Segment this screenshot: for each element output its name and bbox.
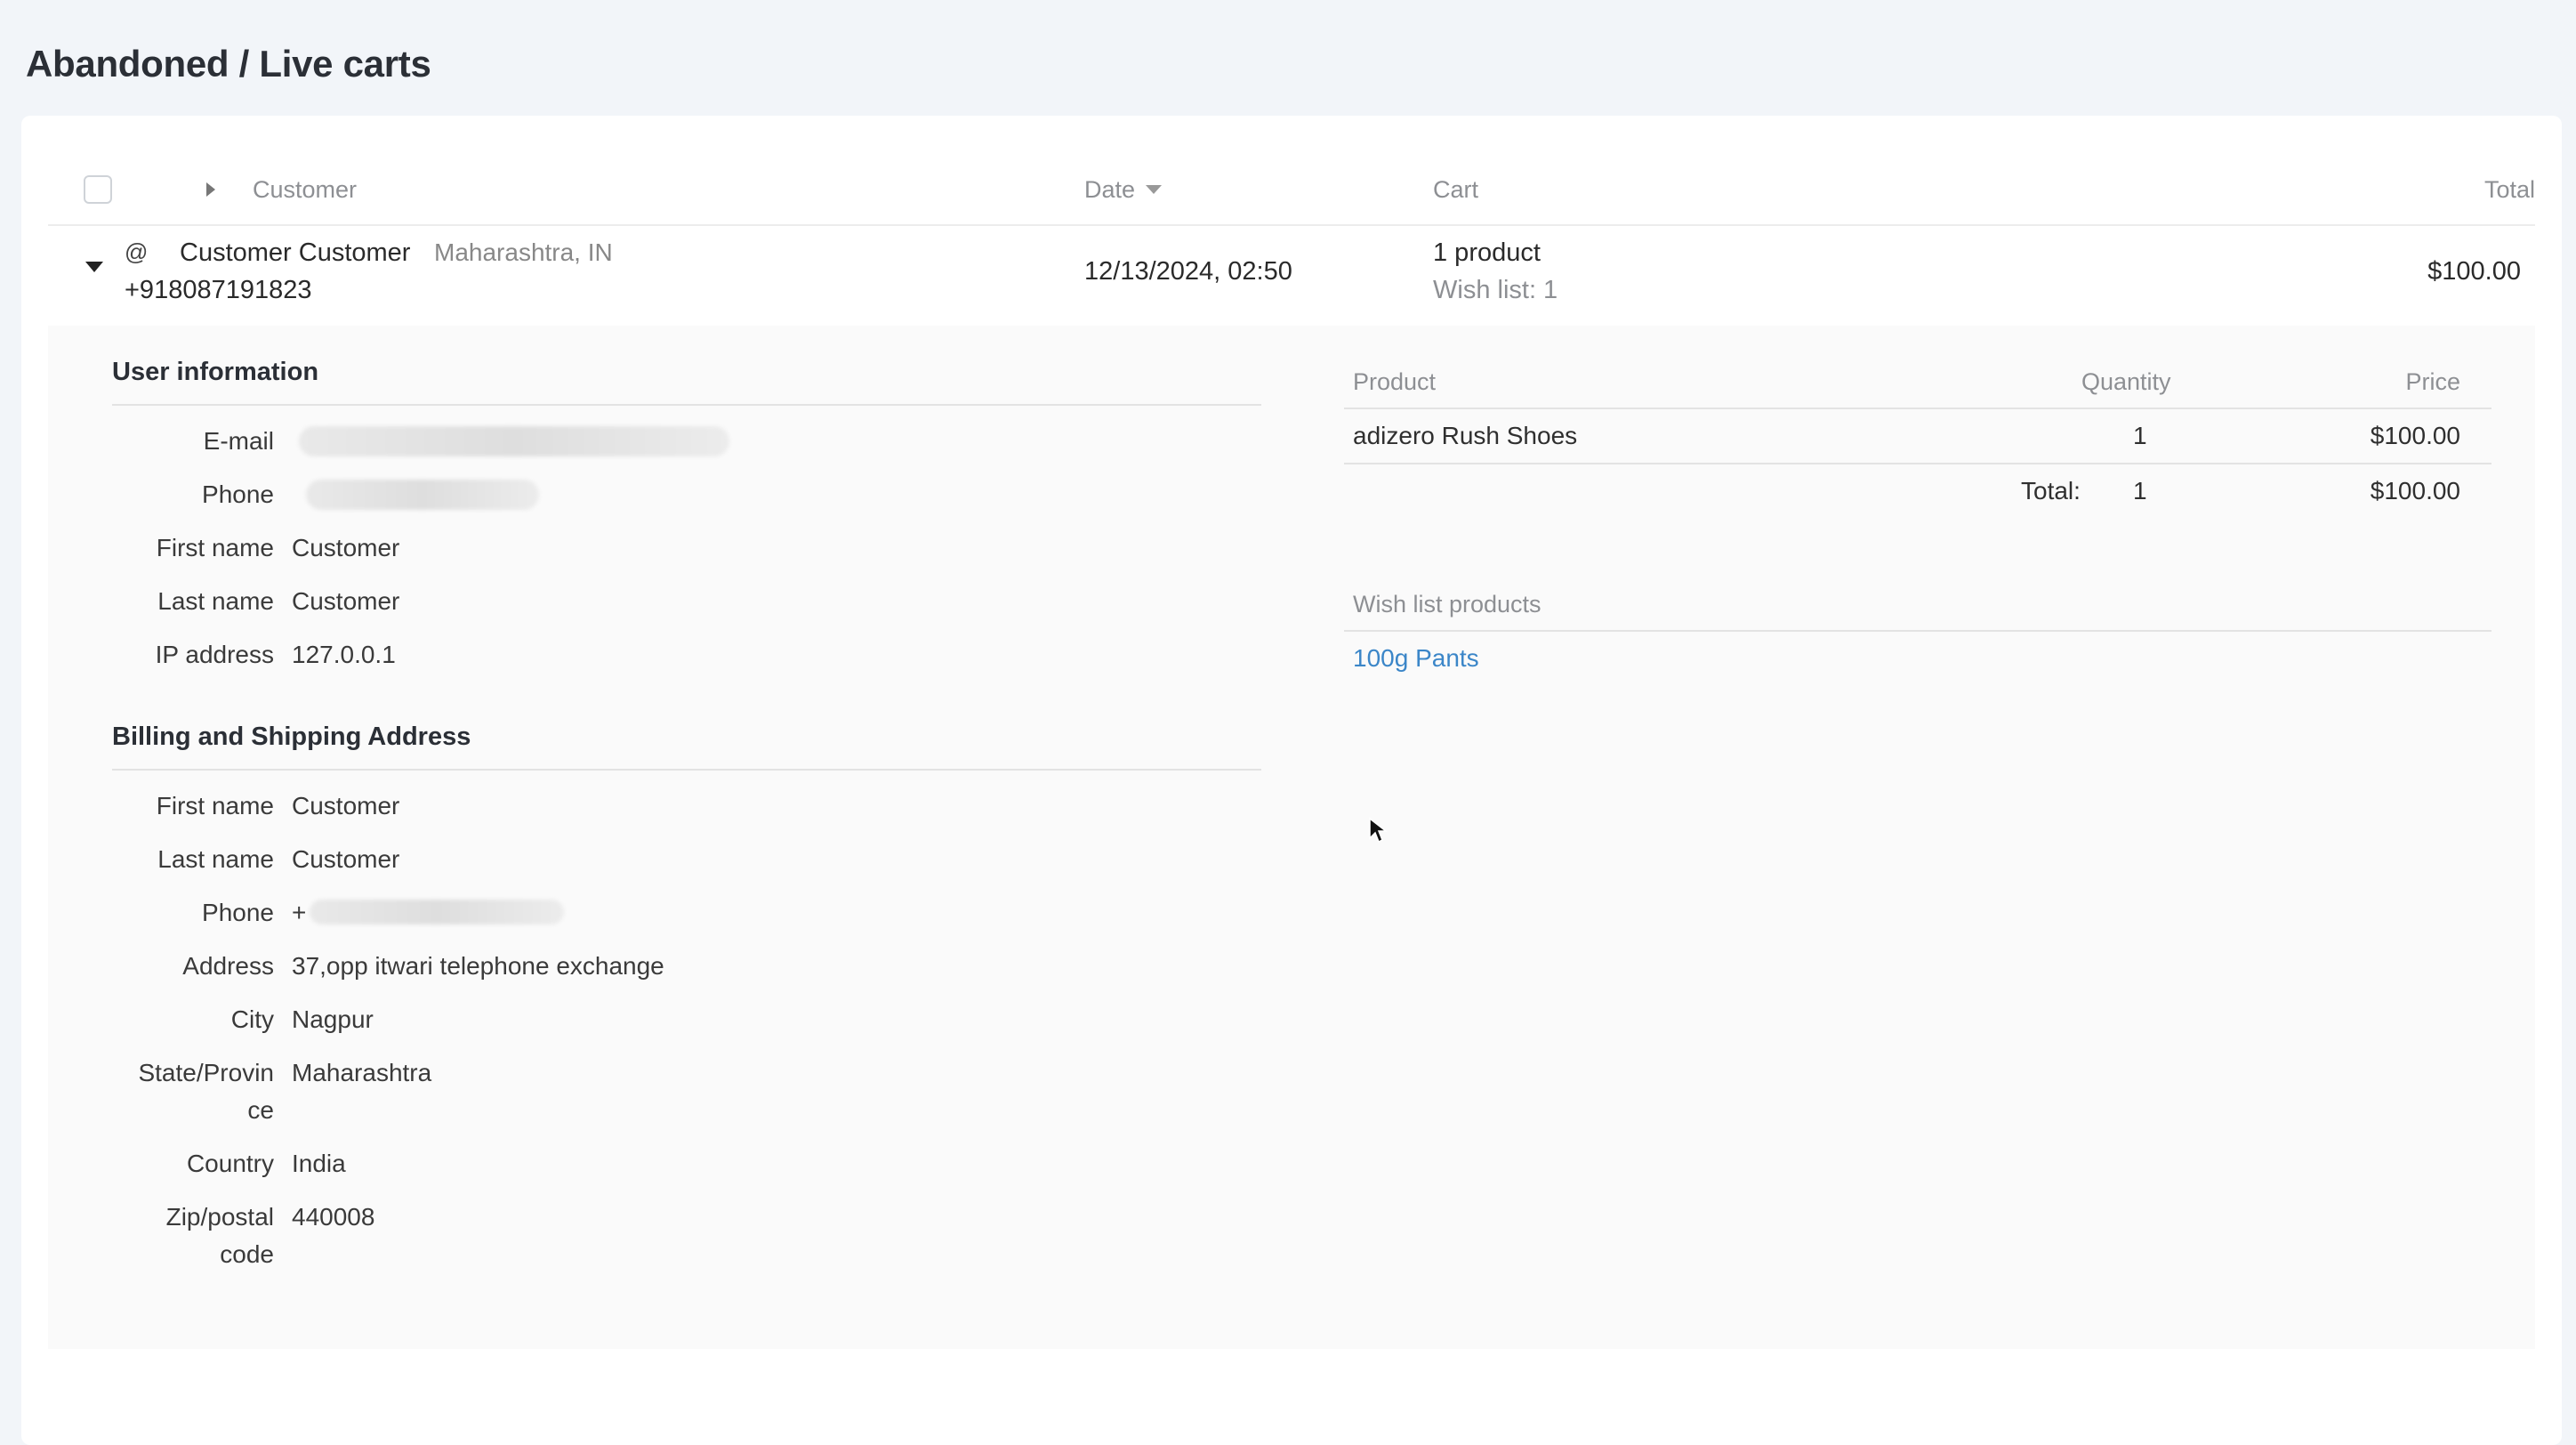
mouse-cursor-icon (1369, 817, 1388, 844)
expand-all-icon[interactable] (206, 182, 215, 197)
last-name-value: Customer (292, 587, 400, 615)
products-total-price: $100.00 (2370, 477, 2460, 505)
column-header-cart: Cart (1433, 175, 1479, 203)
addr-last-name-value: Customer (292, 845, 400, 873)
customer-location: Maharashtra, IN (434, 238, 613, 266)
wish-summary: Wish list: 1 (1433, 276, 1558, 304)
product-col-header: Product (1353, 368, 1437, 395)
products-total-quantity: 1 (2133, 477, 2147, 505)
first-name-label: First name (156, 534, 274, 561)
table-row[interactable]: @ Customer Customer Maharashtra, IN +918… (48, 228, 2535, 324)
address-value: 37,opp itwari telephone exchange (292, 952, 664, 980)
user-info-title: User information (112, 358, 319, 386)
phone-label: Phone (202, 480, 274, 508)
email-label: E-mail (203, 427, 274, 455)
product-header-divider (1344, 408, 2491, 409)
ip-label: IP address (155, 641, 274, 668)
email-at-icon: @ (125, 238, 149, 265)
email-value-redacted (299, 426, 729, 456)
customer-name: Customer Customer (180, 238, 411, 267)
cart-summary: 1 product (1433, 238, 1541, 267)
zip-value: 440008 (292, 1203, 375, 1231)
column-header-total: Total (2483, 175, 2535, 203)
addr-last-name-label: Last name (157, 845, 274, 873)
addr-phone-redacted (310, 900, 564, 924)
addr-first-name-label: First name (156, 792, 274, 819)
state-label-line-1: State/Provin (138, 1059, 274, 1086)
product-row-divider (1344, 463, 2491, 464)
select-all-wrapper (84, 153, 112, 226)
product-name: adizero Rush Shoes (1353, 422, 1578, 449)
select-all-checkbox[interactable] (84, 175, 112, 204)
price-col-header: Price (2405, 368, 2460, 395)
column-header-customer: Customer (253, 175, 358, 203)
column-header-date[interactable]: Date (1084, 153, 1163, 226)
quantity-col-header: Quantity (2081, 368, 2171, 395)
product-quantity: 1 (2133, 422, 2147, 449)
zip-label: Zip/postal code (48, 1199, 274, 1273)
cart-date: 12/13/2024, 02:50 (1084, 257, 1292, 286)
address-label: Address (182, 952, 274, 980)
city-label: City (230, 1005, 274, 1033)
state-value: Maharashtra (292, 1059, 432, 1086)
cart-detail-panel: User information E-mail Phone First name… (48, 326, 2535, 1349)
address-title: Billing and Shipping Address (112, 722, 471, 751)
city-value: Nagpur (292, 1005, 374, 1033)
cart-total: $100.00 (2427, 257, 2521, 286)
wish-list-item-link[interactable]: 100g Pants (1353, 644, 1479, 673)
products-total-label: Total: (2021, 477, 2081, 505)
customer-phone: +918087191823 (125, 276, 312, 304)
last-name-label: Last name (157, 587, 274, 615)
country-label: Country (186, 1150, 274, 1177)
addr-first-name-value: Customer (292, 792, 400, 819)
state-label: State/Provin ce (48, 1054, 274, 1129)
user-info-divider (112, 404, 1261, 406)
zip-label-line-1: Zip/postal (165, 1203, 274, 1231)
collapse-row-icon[interactable] (85, 262, 103, 272)
addr-phone-label: Phone (202, 899, 274, 926)
zip-label-line-2: code (220, 1240, 274, 1268)
ip-value: 127.0.0.1 (292, 641, 396, 668)
column-header-date-label: Date (1084, 175, 1136, 203)
addr-phone-prefix: + (292, 899, 307, 926)
page-title: Abandoned / Live carts (26, 43, 431, 85)
carts-card: Customer Date Cart Total @ Customer Cust… (21, 116, 2562, 1445)
state-label-line-2: ce (247, 1096, 274, 1124)
wish-list-divider (1344, 630, 2491, 632)
phone-value-redacted (306, 480, 539, 510)
address-divider (112, 769, 1261, 771)
product-price: $100.00 (2370, 422, 2460, 449)
sort-desc-icon[interactable] (1146, 185, 1163, 194)
wish-list-title: Wish list products (1353, 591, 1542, 618)
first-name-value: Customer (292, 534, 400, 561)
country-value: India (292, 1150, 346, 1177)
table-header: Customer Date Cart Total (48, 153, 2535, 226)
